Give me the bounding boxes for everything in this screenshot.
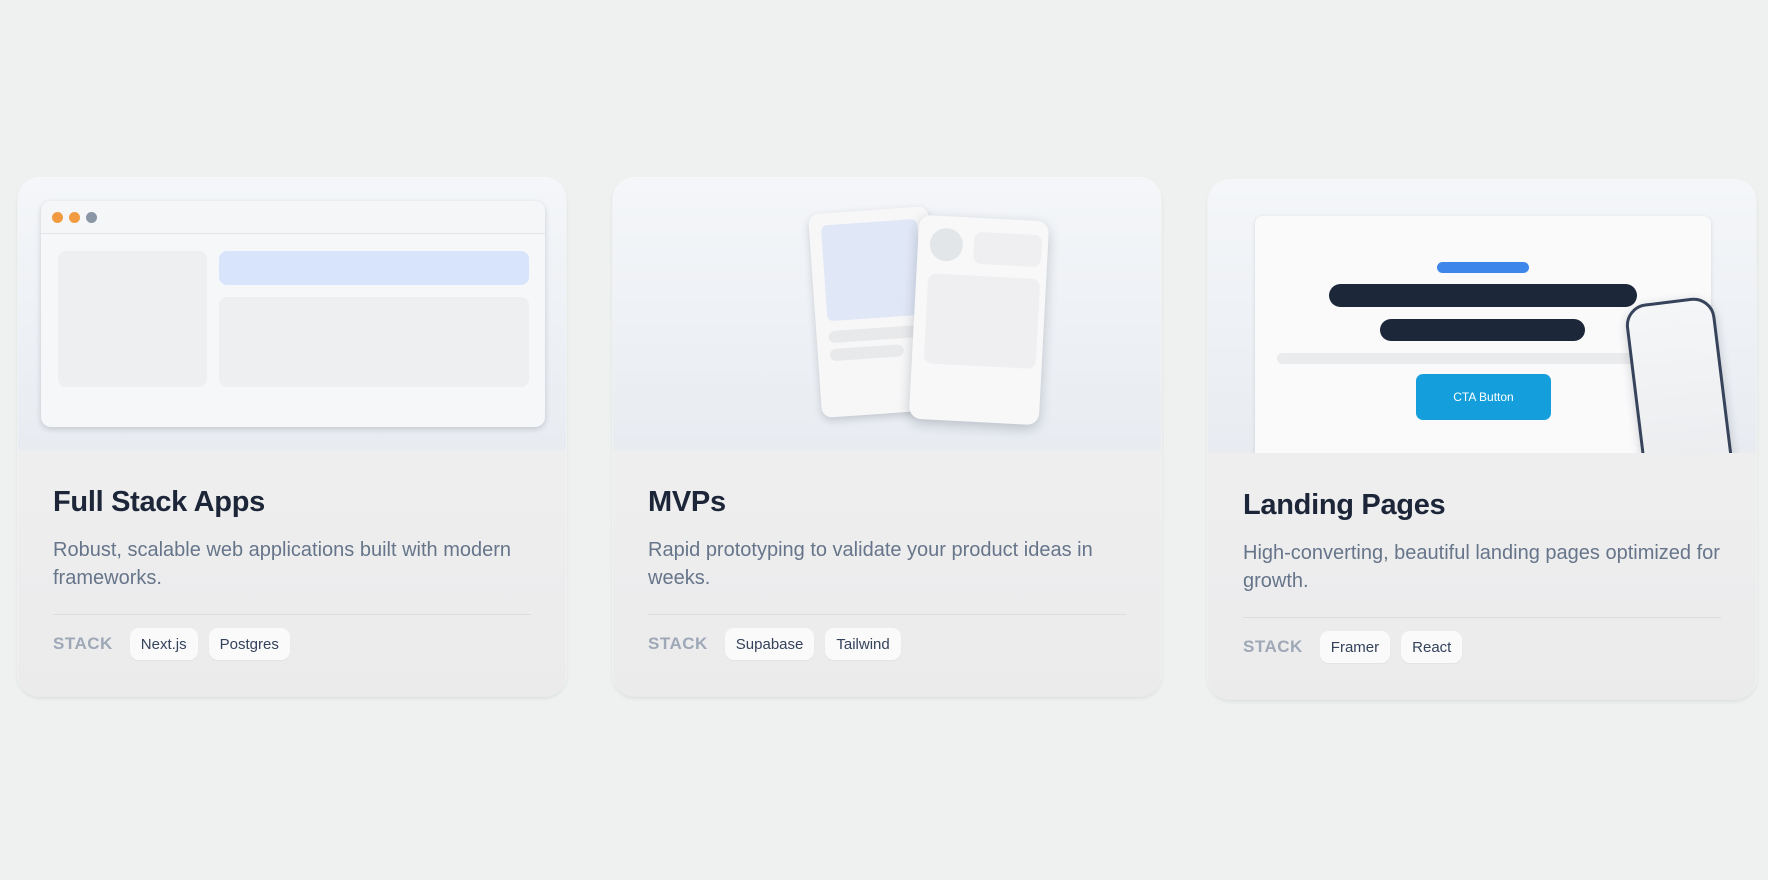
stack-row: STACK Supabase Tailwind: [648, 628, 912, 660]
browser-mockup-illustration: [41, 201, 545, 427]
card-preview: [613, 178, 1161, 450]
mockup-avatar: [929, 227, 964, 263]
stack-row: STACK Next.js Postgres: [53, 628, 301, 660]
card-title: Full Stack Apps: [53, 486, 265, 518]
card-title: Landing Pages: [1243, 489, 1446, 521]
mockup-image-block: [820, 218, 924, 322]
window-dot-icon: [69, 212, 80, 223]
mockup-content-block: [923, 273, 1041, 370]
divider: [648, 614, 1126, 615]
service-card-full-stack-apps[interactable]: Full Stack Apps Robust, scalable web app…: [18, 178, 566, 696]
card-description: Rapid prototyping to validate your produ…: [648, 539, 1093, 589]
mockup-cta-button: CTA Button: [1416, 374, 1551, 420]
stack-tag: Framer: [1319, 631, 1391, 663]
card-description: High-converting, beautiful landing pages…: [1243, 542, 1720, 592]
window-dot-icon: [86, 212, 97, 223]
mockup-sidebar-block: [58, 251, 207, 387]
stack-row: STACK Framer React: [1243, 631, 1473, 663]
divider: [53, 614, 531, 615]
mockup-header-block: [219, 251, 529, 285]
mockup-text-line: [829, 344, 905, 362]
mockup-text-line: [1277, 353, 1689, 364]
card-preview: CTA Button: [1208, 180, 1756, 453]
card-preview: [18, 178, 566, 450]
stack-label: STACK: [648, 634, 708, 653]
service-card-mvps[interactable]: MVPs Rapid prototyping to validate your …: [613, 178, 1161, 696]
mockup-eyebrow-bar: [1437, 262, 1529, 273]
mockup-headline-bar: [1380, 319, 1585, 341]
stack-label: STACK: [53, 634, 113, 653]
mockup-text-line: [828, 325, 919, 344]
divider: [1243, 617, 1721, 618]
stack-tag: Postgres: [208, 628, 290, 660]
card-description: Robust, scalable web applications built …: [53, 539, 512, 589]
mockup-header-block: [972, 231, 1043, 268]
browser-title-bar: [41, 201, 545, 234]
mockup-headline-bar: [1329, 284, 1637, 307]
stack-tag: Tailwind: [825, 628, 901, 660]
service-card-landing-pages[interactable]: CTA Button Landing Pages High-converting…: [1208, 180, 1756, 699]
phone-mockup-illustration: [1623, 295, 1737, 453]
stack-tag: React: [1401, 631, 1463, 663]
stack-label: STACK: [1243, 637, 1303, 656]
card-title: MVPs: [648, 486, 726, 518]
stack-tag: Supabase: [724, 628, 815, 660]
mockup-content-block: [219, 297, 529, 387]
stack-tag: Next.js: [129, 628, 198, 660]
window-dot-icon: [52, 212, 63, 223]
phone-mockup-front-illustration: [908, 214, 1050, 426]
